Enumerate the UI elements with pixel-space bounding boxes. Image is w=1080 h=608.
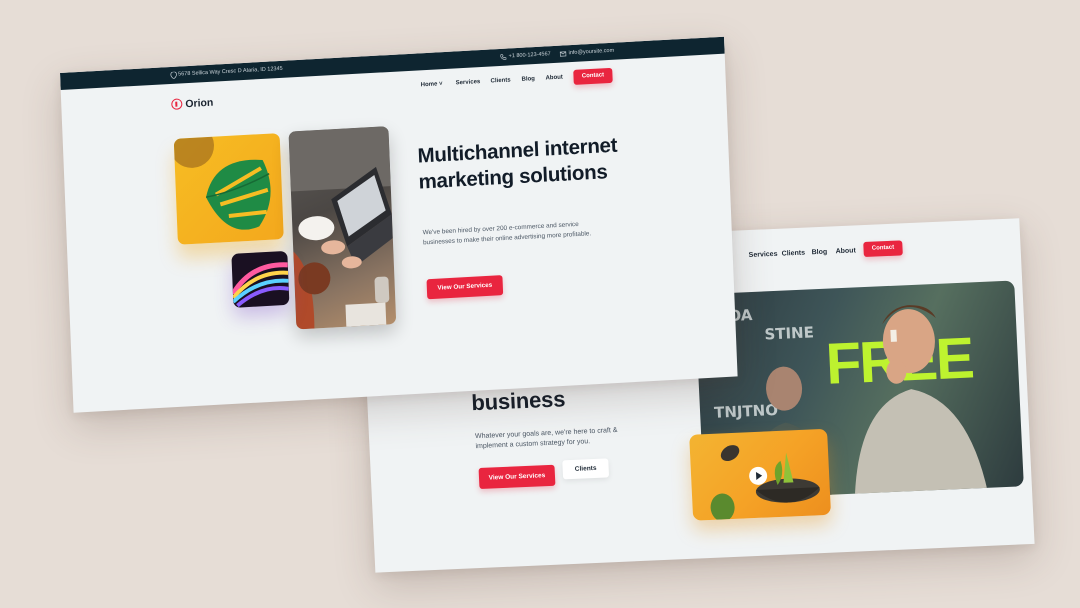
address-text: 5678 Sellica Way Cresc D Ataria, ID 1234… — [178, 65, 283, 78]
hero-heading: Multichannel internet marketing solution… — [417, 133, 618, 194]
nav-clients[interactable]: Clients — [491, 77, 511, 84]
back-nav-services[interactable]: Services — [749, 251, 778, 259]
back-nav-about[interactable]: About — [835, 247, 856, 255]
light-trail-image — [231, 250, 290, 308]
back-clients-button[interactable]: Clients — [562, 458, 610, 480]
phone-icon — [500, 54, 507, 60]
back-contact-button[interactable]: Contact — [863, 240, 903, 258]
back-nav-clients[interactable]: Clients — [782, 250, 806, 258]
person-writing-icon — [854, 305, 990, 501]
back-nav-blog[interactable]: Blog — [811, 249, 827, 257]
front-page-preview: 5678 Sellica Way Cresc D Ataria, ID 1234… — [60, 36, 738, 413]
glass-writing-text: STINE — [764, 323, 815, 344]
hero-paragraph: We've been hired by over 200 e-commerce … — [422, 220, 592, 246]
monstera-leaf-icon — [173, 133, 271, 230]
nav-home[interactable]: Home ˅ — [421, 81, 443, 88]
nav-about[interactable]: About — [545, 75, 563, 82]
nav-blog[interactable]: Blog — [521, 76, 535, 83]
person-with-laptop-icon — [288, 126, 393, 330]
video-thumbnail[interactable] — [689, 428, 832, 521]
back-hero-heading: business — [470, 386, 566, 416]
phone-text[interactable]: +1 800-123-4567 — [509, 51, 551, 59]
location-pin-icon — [170, 71, 177, 79]
view-services-button[interactable]: View Our Services — [426, 275, 504, 300]
laptop-image — [288, 126, 397, 330]
nav-home-label: Home — [420, 81, 438, 89]
contact-button[interactable]: Contact — [573, 67, 613, 85]
email-text[interactable]: info@yoursite.com — [568, 48, 614, 56]
back-view-services-button[interactable]: View Our Services — [478, 464, 556, 490]
nav-services[interactable]: Services — [456, 79, 481, 86]
mail-icon — [559, 51, 567, 57]
abstract-light-icon — [231, 262, 290, 308]
back-hero-paragraph: Whatever your goals are, we're here to c… — [474, 426, 618, 451]
leaf-image — [173, 133, 284, 245]
